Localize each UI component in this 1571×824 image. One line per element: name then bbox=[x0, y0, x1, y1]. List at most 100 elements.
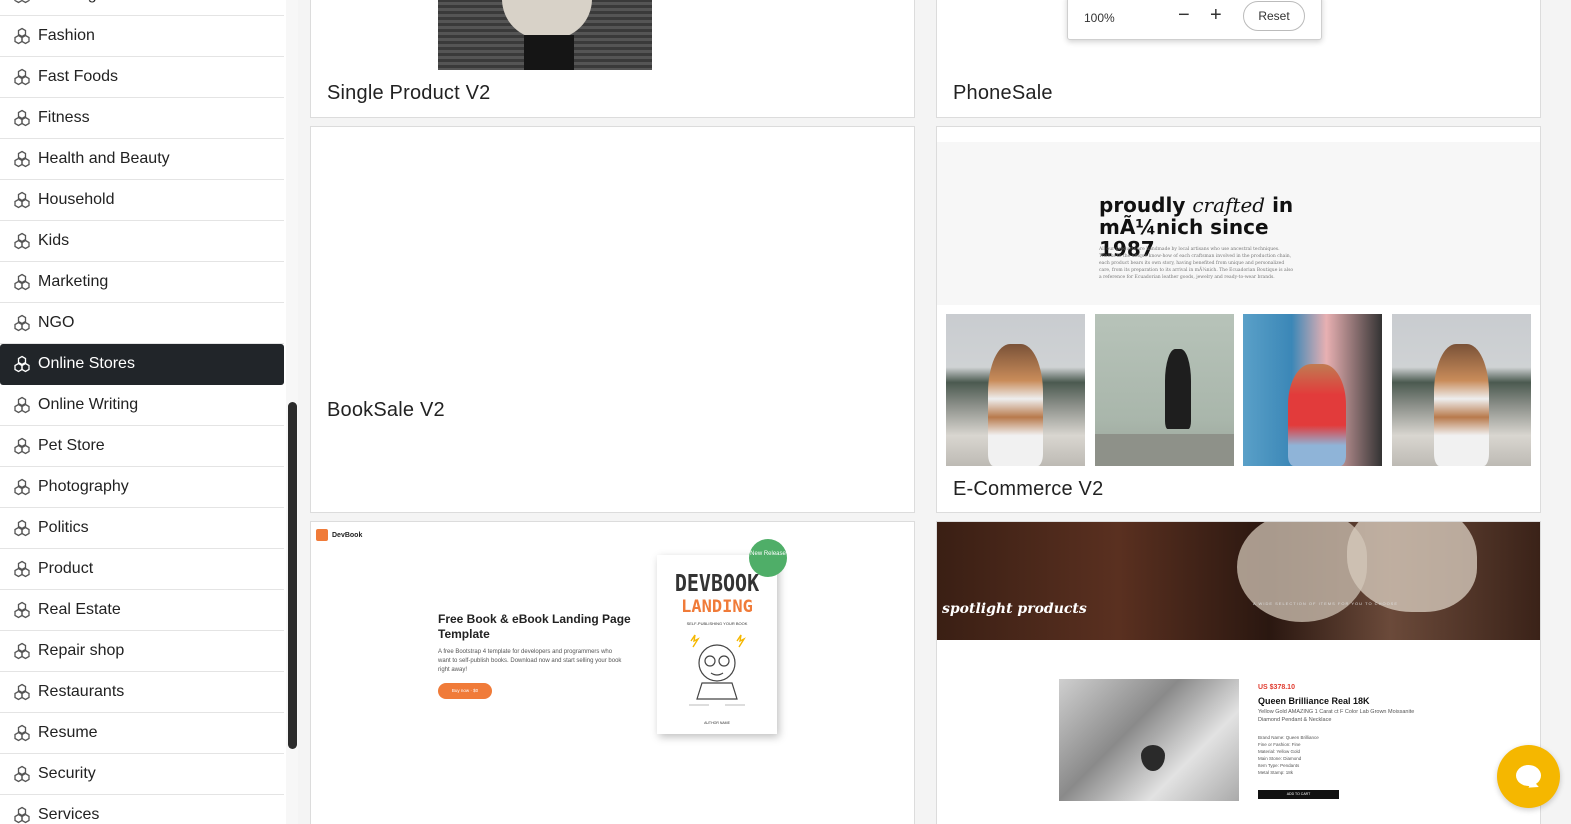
cubes-icon bbox=[13, 150, 31, 168]
template-card-spotlight-products[interactable]: spotlight products A WIDE SELECTION OF I… bbox=[936, 521, 1541, 824]
template-gallery: Single Product V2 100% − + Reset PhoneSa… bbox=[298, 0, 1571, 824]
spotlight-add-to-cart: ADD TO CART bbox=[1258, 790, 1339, 799]
cubes-icon bbox=[13, 478, 31, 496]
sidebar-item-online-writing[interactable]: Online Writing bbox=[0, 385, 284, 426]
ecommerce-photo-2 bbox=[1095, 314, 1234, 466]
cubes-icon bbox=[13, 642, 31, 660]
sidebar-item-label: Fast Foods bbox=[38, 68, 119, 85]
cubes-icon bbox=[13, 437, 31, 455]
sidebar-item-farming[interactable]: Farming bbox=[0, 0, 284, 16]
zoom-reset-button[interactable]: Reset bbox=[1243, 1, 1305, 31]
template-card-ecommerce[interactable]: proudly crafted in mÃ¼nich since 1987 Al… bbox=[936, 126, 1541, 513]
zoom-in-button[interactable]: + bbox=[1210, 4, 1222, 27]
spotlight-product-image bbox=[1059, 679, 1239, 801]
cubes-icon bbox=[13, 109, 31, 127]
sidebar-item-restaurants[interactable]: Restaurants bbox=[0, 672, 284, 713]
devbook-logo: DevBook bbox=[316, 529, 362, 541]
spotlight-banner: spotlight products A WIDE SELECTION OF I… bbox=[937, 522, 1540, 640]
cubes-icon bbox=[13, 601, 31, 619]
ecommerce-paragraph: All our products are handmade by local a… bbox=[1099, 247, 1294, 280]
cubes-icon bbox=[13, 0, 31, 4]
sidebar-item-health-and-beauty[interactable]: Health and Beauty bbox=[0, 139, 284, 180]
cubes-icon bbox=[13, 355, 31, 373]
sidebar-item-label: Farming bbox=[38, 0, 97, 4]
sidebar-item-label: NGO bbox=[38, 314, 75, 331]
sidebar-item-label: Restaurants bbox=[38, 683, 125, 700]
ecommerce-photo-4 bbox=[1392, 314, 1531, 466]
sidebar-item-label: Photography bbox=[38, 478, 129, 495]
sidebar-item-household[interactable]: Household bbox=[0, 180, 284, 221]
sidebar-item-label: Pet Store bbox=[38, 437, 105, 454]
category-sidebar: Farming Fashion Fast Foods Fitness Health an… bbox=[0, 0, 298, 824]
spotlight-price: US $378.10 bbox=[1258, 684, 1295, 691]
cubes-icon bbox=[13, 314, 31, 332]
single-product-preview-image bbox=[438, 0, 652, 70]
sidebar-item-label: Fitness bbox=[38, 109, 90, 126]
template-title: BookSale V2 bbox=[327, 399, 445, 421]
sidebar-item-security[interactable]: Security bbox=[0, 754, 284, 795]
sidebar-item-politics[interactable]: Politics bbox=[0, 508, 284, 549]
template-title: Single Product V2 bbox=[327, 82, 491, 104]
sidebar-item-label: Online Stores bbox=[38, 355, 135, 372]
cubes-icon bbox=[13, 27, 31, 45]
zoom-level: 100% bbox=[1084, 11, 1115, 25]
devbook-book-cover: DEVBOOK LANDING SELF-PUBLISHING YOUR BOO… bbox=[657, 555, 777, 734]
sidebar-item-real-estate[interactable]: Real Estate bbox=[0, 590, 284, 631]
sidebar-item-label: Real Estate bbox=[38, 601, 121, 618]
sidebar-item-label: Security bbox=[38, 765, 96, 782]
cubes-icon bbox=[13, 396, 31, 414]
template-card-single-product[interactable]: Single Product V2 bbox=[310, 0, 915, 118]
sidebar-item-label: Repair shop bbox=[38, 642, 125, 659]
devbook-description: A free Bootstrap 4 template for develope… bbox=[438, 649, 622, 673]
cubes-icon bbox=[13, 191, 31, 209]
chat-launcher-button[interactable] bbox=[1497, 745, 1560, 808]
cubes-icon bbox=[13, 765, 31, 783]
sidebar-item-label: Marketing bbox=[38, 273, 109, 290]
spotlight-product-description: Yellow Gold AMAZING 1 Carat ct F Color L… bbox=[1258, 709, 1415, 723]
spotlight-product-name: Queen Brilliance Real 18K bbox=[1258, 696, 1370, 706]
sidebar-item-label: Fashion bbox=[38, 27, 95, 44]
developer-face-icon bbox=[689, 634, 746, 706]
sidebar-scrollbar-thumb[interactable] bbox=[288, 402, 297, 749]
template-title: PhoneSale bbox=[953, 82, 1053, 104]
sidebar-item-kids[interactable]: Kids bbox=[0, 221, 284, 262]
cubes-icon bbox=[13, 519, 31, 537]
new-release-badge: New Release bbox=[749, 539, 787, 577]
devbook-headline: Free Book & eBook Landing Page Template bbox=[438, 612, 631, 641]
zoom-out-button[interactable]: − bbox=[1178, 4, 1190, 27]
ecommerce-preview-hero: proudly crafted in mÃ¼nich since 1987 Al… bbox=[937, 142, 1540, 305]
template-card-booksale[interactable]: BookSale V2 bbox=[310, 126, 915, 513]
cubes-icon bbox=[13, 273, 31, 291]
cubes-icon bbox=[13, 68, 31, 86]
sidebar-item-label: Household bbox=[38, 191, 115, 208]
sidebar-item-product[interactable]: Product bbox=[0, 549, 284, 590]
sidebar-item-photography[interactable]: Photography bbox=[0, 467, 284, 508]
sidebar-item-label: Politics bbox=[38, 519, 89, 536]
sidebar-item-pet-store[interactable]: Pet Store bbox=[0, 426, 284, 467]
template-title: E-Commerce V2 bbox=[953, 478, 1104, 500]
sidebar-item-fast-foods[interactable]: Fast Foods bbox=[0, 57, 284, 98]
cubes-icon bbox=[13, 806, 31, 824]
sidebar-item-ngo[interactable]: NGO bbox=[0, 303, 284, 344]
sidebar-item-online-stores[interactable]: Online Stores bbox=[0, 344, 284, 385]
sidebar-item-label: Kids bbox=[38, 232, 70, 249]
spotlight-banner-subtitle: A WIDE SELECTION OF ITEMS FOR YOU TO CHO… bbox=[1253, 601, 1399, 606]
cubes-icon bbox=[13, 560, 31, 578]
sidebar-item-repair-shop[interactable]: Repair shop bbox=[0, 631, 284, 672]
sidebar-item-fitness[interactable]: Fitness bbox=[0, 98, 284, 139]
sidebar-item-services[interactable]: Services bbox=[0, 795, 284, 824]
sidebar-item-marketing[interactable]: Marketing bbox=[0, 262, 284, 303]
sidebar-item-resume[interactable]: Resume bbox=[0, 713, 284, 754]
sidebar-item-fashion[interactable]: Fashion bbox=[0, 16, 284, 57]
spotlight-product-specs: Brand Name: Queen Brilliance Fine or Fas… bbox=[1258, 735, 1319, 775]
sidebar-item-label: Health and Beauty bbox=[38, 150, 170, 167]
sidebar-item-label: Product bbox=[38, 560, 94, 577]
ecommerce-photo-3 bbox=[1243, 314, 1382, 466]
cubes-icon bbox=[13, 724, 31, 742]
spotlight-banner-title: spotlight products bbox=[942, 601, 1087, 617]
ecommerce-photo-1 bbox=[946, 314, 1085, 466]
cubes-icon bbox=[13, 683, 31, 701]
template-card-devbook[interactable]: DevBook Free Book & eBook Landing Page T… bbox=[310, 521, 915, 824]
template-card-phonesale[interactable]: 100% − + Reset PhoneSale bbox=[936, 0, 1541, 118]
cubes-icon bbox=[13, 232, 31, 250]
